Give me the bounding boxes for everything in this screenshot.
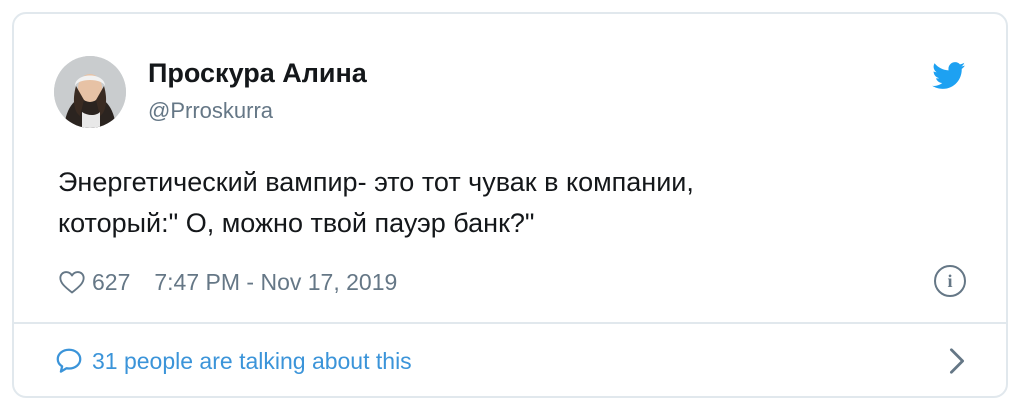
talking-label[interactable]: 31 people are talking about this (92, 348, 412, 375)
divider (14, 322, 1006, 324)
tweet-meta: 627 7:47 PM - Nov 17, 2019 (58, 265, 397, 299)
like-count[interactable]: 627 (92, 269, 130, 296)
heart-icon[interactable] (58, 268, 86, 296)
author-name[interactable]: Проскура Алина (148, 58, 367, 89)
tweet-card[interactable]: Проскура Алина @Prroskurra Энергетически… (12, 12, 1008, 398)
tweet-text: Энергетический вампир- это тот чувак в к… (58, 162, 938, 244)
author-handle[interactable]: @Prroskurra (148, 98, 273, 124)
twitter-bird-icon[interactable] (932, 62, 966, 90)
chevron-right-icon[interactable] (946, 347, 968, 375)
timestamp[interactable]: 7:47 PM - Nov 17, 2019 (154, 269, 397, 296)
tweet-text-line-2: который:" О, можно твой пауэр банк?" (58, 208, 535, 238)
conversation-link[interactable]: 31 people are talking about this (54, 344, 412, 378)
avatar[interactable] (54, 56, 126, 128)
tweet-text-line-1: Энергетический вампир- это тот чувак в к… (58, 167, 694, 197)
speech-bubble-icon (56, 348, 82, 373)
avatar-image (54, 56, 126, 128)
info-icon[interactable]: i (934, 265, 966, 297)
